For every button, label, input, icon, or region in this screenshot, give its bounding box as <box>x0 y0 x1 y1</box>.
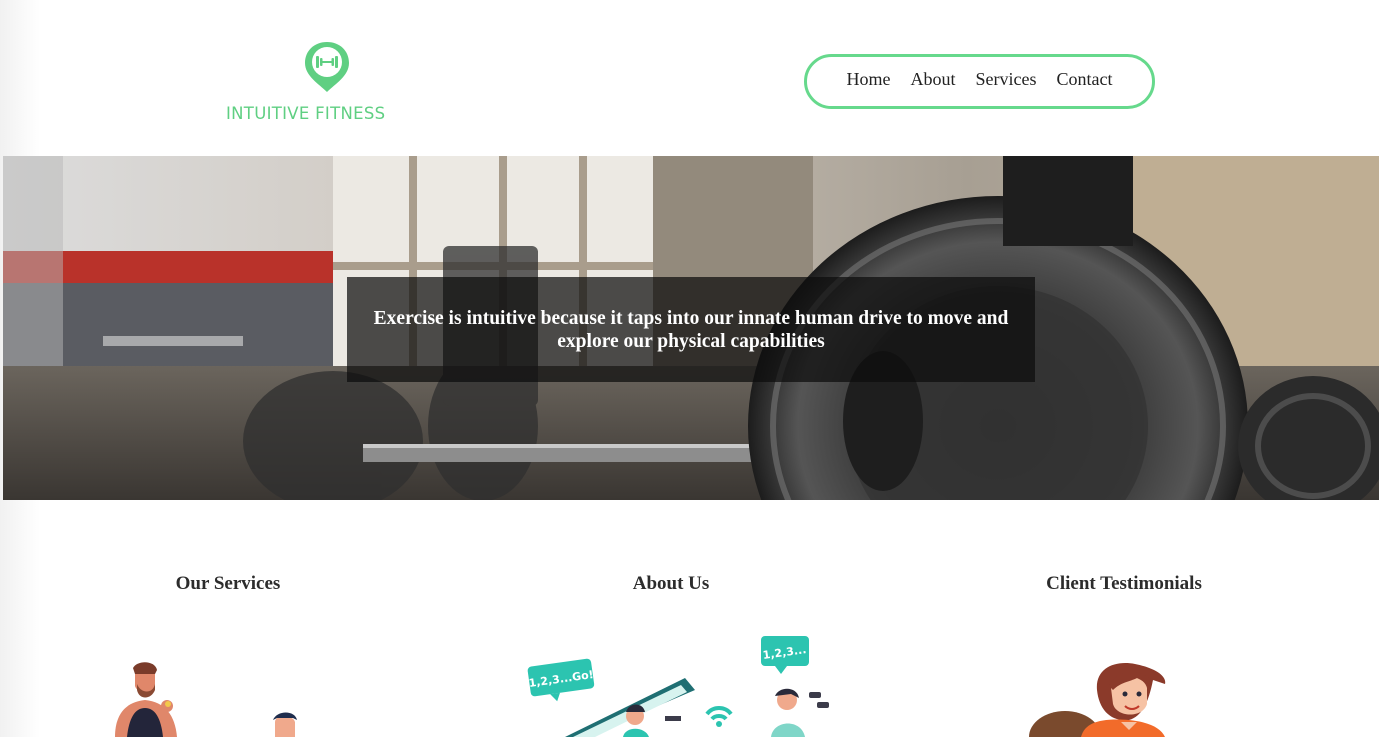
hero-tagline: Exercise is intuitive because it taps in… <box>373 307 1009 352</box>
our-services-title: Our Services <box>175 573 281 594</box>
nav-home-link[interactable]: Home <box>847 69 891 90</box>
smiling-woman-illustration <box>1025 660 1185 737</box>
client-testimonials-title: Client Testimonials <box>1046 573 1202 594</box>
hero-banner: Exercise is intuitive because it taps in… <box>3 156 1379 500</box>
nav-contact-link[interactable]: Contact <box>1056 69 1112 90</box>
nav-about-link[interactable]: About <box>911 69 956 90</box>
brand-logo[interactable]: INTUITIVE FITNESS <box>226 40 428 124</box>
online-workout-illustration: 1,2,3...Go! 1,2,3... <box>525 630 845 737</box>
map-pin-dumbbell-icon <box>305 42 349 92</box>
people-exercising-illustration <box>95 660 335 737</box>
hero-caption-box: Exercise is intuitive because it taps in… <box>347 277 1035 382</box>
nav-services-link[interactable]: Services <box>976 69 1037 90</box>
about-us-title: About Us <box>632 573 710 594</box>
main-nav: Home About Services Contact <box>804 54 1155 109</box>
brand-name: INTUITIVE FITNESS <box>226 104 386 123</box>
